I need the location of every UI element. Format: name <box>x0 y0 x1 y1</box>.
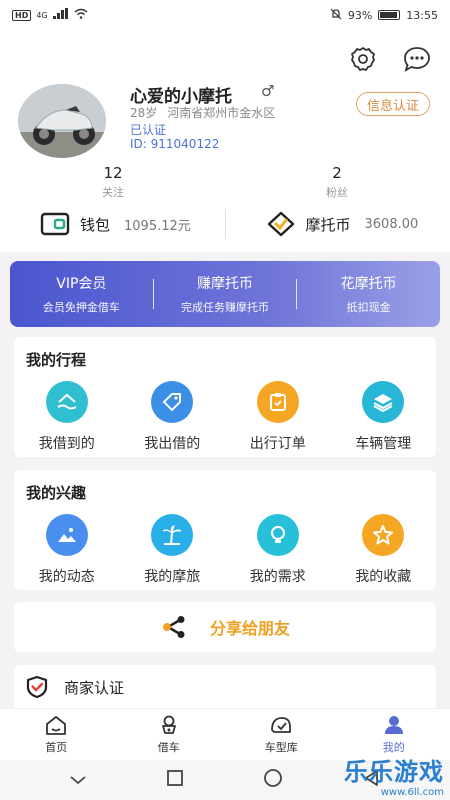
tab-label: 车型库 <box>264 741 298 754</box>
interest-label: 我的动态 <box>38 569 95 585</box>
fans-stat[interactable]: 2 粉丝 <box>287 164 387 200</box>
spend-coins-entry[interactable]: 花摩托币 抵扣现金 <box>297 273 440 315</box>
wallet-row: 钱包 1095.12元 摩托币 3608.00 <box>0 204 450 244</box>
interest-item-needs[interactable]: 我的需求 <box>225 514 331 586</box>
clock: 13:55 <box>406 8 438 22</box>
merchant-certification-item[interactable]: 商家认证 <box>14 665 436 709</box>
home-icon <box>46 716 67 735</box>
interest-label: 我的需求 <box>249 569 306 585</box>
tab-label: 借车 <box>157 741 180 754</box>
fans-count: 2 <box>332 164 342 182</box>
interest-item-posts[interactable]: 我的动态 <box>14 514 120 586</box>
interest-label: 我的收藏 <box>355 569 412 585</box>
settings-button[interactable] <box>348 44 378 74</box>
trip-item-borrowed[interactable]: 我借到的 <box>14 381 120 453</box>
interest-item-travel[interactable]: 我的摩旅 <box>120 514 226 586</box>
share-label: 分享给朋友 <box>209 619 290 638</box>
trip-label: 我出借的 <box>144 436 201 452</box>
avatar[interactable] <box>18 84 106 158</box>
share-icon <box>162 616 185 638</box>
vip-subtitle: 会员免押金借车 <box>42 301 120 314</box>
network-indicator: 4G <box>36 10 48 20</box>
user-age: 28岁 <box>130 106 158 120</box>
hd-indicator: HD <box>12 9 32 21</box>
my-trips-card: 我的行程 我借到的 我出借的 出行订单 车辆管理 <box>14 337 436 457</box>
wallet-label: 钱包 <box>80 215 111 234</box>
earn-coins-subtitle: 完成任务赚摩托币 <box>181 301 269 314</box>
shield-icon <box>26 675 48 699</box>
spend-coins-subtitle: 抵扣现金 <box>346 301 391 314</box>
coin-entry[interactable]: 摩托币 3608.00 <box>226 211 450 237</box>
wifi-icon <box>74 8 88 22</box>
palm-tree-icon <box>151 514 194 556</box>
my-interests-card: 我的兴趣 我的动态 我的摩旅 我的需求 我的收藏 <box>14 470 436 590</box>
following-stat[interactable]: 12 关注 <box>63 164 163 200</box>
user-location: 河南省郑州市金水区 <box>167 106 276 120</box>
status-bar: HD 4G 93% 13:55 <box>0 0 450 30</box>
helmet-icon <box>271 717 292 733</box>
tab-model-library[interactable]: 车型库 <box>225 709 338 760</box>
trip-label: 我借到的 <box>38 436 95 452</box>
info-certification-button[interactable]: 信息认证 <box>355 92 430 116</box>
bulb-icon <box>256 514 299 556</box>
earn-coins-title: 赚摩托币 <box>197 276 253 292</box>
message-button[interactable] <box>402 44 432 74</box>
verified-status: 已认证 <box>130 123 167 137</box>
battery-icon <box>378 10 401 20</box>
vip-membership-entry[interactable]: VIP会员 会员免押金借车 <box>10 273 153 315</box>
earn-coins-entry[interactable]: 赚摩托币 完成任务赚摩托币 <box>154 273 297 315</box>
following-count: 12 <box>103 164 123 182</box>
wallet-entry[interactable]: 钱包 1095.12元 <box>0 212 225 236</box>
spend-coins-title: 花摩托币 <box>340 276 397 292</box>
chat-icon <box>404 47 430 72</box>
borrowed-icon <box>45 381 88 423</box>
my-interests-title: 我的兴趣 <box>26 484 87 502</box>
watermark-title: 乐乐游戏 <box>344 758 444 786</box>
user-icon <box>384 716 403 734</box>
image-icon <box>45 514 88 556</box>
battery-percent: 93% <box>347 8 373 22</box>
vip-banner: VIP会员 会员免押金借车 赚摩托币 完成任务赚摩托币 花摩托币 抵扣现金 <box>10 261 440 327</box>
recents-button[interactable] <box>166 769 184 791</box>
coin-label: 摩托币 <box>305 215 351 234</box>
trip-item-orders[interactable]: 出行订单 <box>225 381 331 453</box>
following-label: 关注 <box>102 186 124 199</box>
watermark-logo: 乐乐游戏 www.6ll.com <box>344 752 444 798</box>
tab-borrow[interactable]: 借车 <box>113 709 226 760</box>
mute-icon <box>330 8 342 23</box>
coin-icon <box>267 211 294 237</box>
trip-label: 车辆管理 <box>355 436 412 452</box>
trip-label: 出行订单 <box>249 436 306 452</box>
trip-item-lent[interactable]: 我出借的 <box>120 381 226 453</box>
gear-icon <box>351 47 375 71</box>
order-icon <box>256 381 299 423</box>
scooter-icon <box>161 715 176 734</box>
share-to-friends-button[interactable]: 分享给朋友 <box>14 602 436 652</box>
interest-label: 我的摩旅 <box>144 569 201 585</box>
user-meta: 28岁 河南省郑州市金水区 <box>130 104 285 121</box>
tab-label: 首页 <box>45 741 68 754</box>
layers-icon <box>362 381 405 423</box>
interest-item-favorites[interactable]: 我的收藏 <box>331 514 437 586</box>
coin-balance: 3608.00 <box>364 216 419 232</box>
watermark-url: www.6ll.com <box>380 787 444 798</box>
signal-icon <box>52 8 69 22</box>
star-icon <box>362 514 405 556</box>
gender-male-icon: ♂ <box>261 82 275 100</box>
my-trips-title: 我的行程 <box>26 351 87 369</box>
wallet-icon <box>40 212 70 236</box>
fans-label: 粉丝 <box>326 186 348 199</box>
home-button[interactable] <box>262 767 284 793</box>
profile-header: 心爱的小摩托 ♂ 28岁 河南省郑州市金水区 已认证 ID: 911040122 … <box>0 30 450 252</box>
chevron-down-icon[interactable] <box>69 771 87 790</box>
tag-icon <box>151 381 194 423</box>
vip-title: VIP会员 <box>56 276 107 292</box>
wallet-balance: 1095.12元 <box>124 218 191 234</box>
user-id: ID: 911040122 <box>130 137 220 151</box>
merchant-label: 商家认证 <box>64 678 125 697</box>
trip-item-vehicles[interactable]: 车辆管理 <box>331 381 437 453</box>
tab-home[interactable]: 首页 <box>0 709 113 760</box>
